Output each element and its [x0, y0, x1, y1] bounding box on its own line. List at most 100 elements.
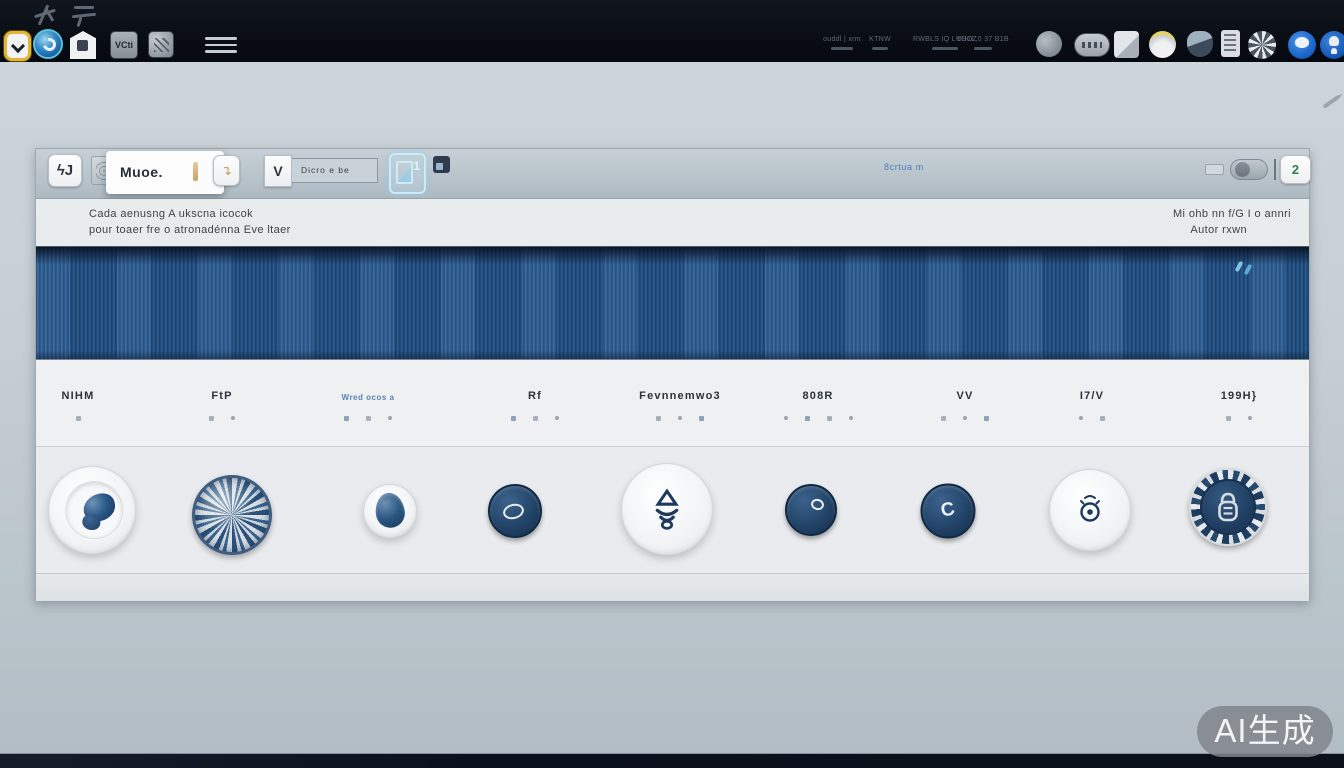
mode-dropdown[interactable]: Muoe. — [106, 151, 224, 194]
taskbar: VCti ouddl | xrm KTNW RWBLS IQ LUHOZ €O1… — [0, 0, 1344, 62]
tick-marker — [1248, 416, 1252, 420]
tick-marker — [1226, 416, 1231, 421]
knob-lock-dial[interactable] — [1189, 468, 1267, 546]
c-glyph: C — [918, 481, 978, 541]
taskbar-app-icon-2[interactable] — [33, 29, 63, 59]
tick-marker — [344, 416, 349, 421]
pencil-artifact-icon — [1322, 95, 1339, 109]
tray-icon-list[interactable] — [1221, 30, 1240, 57]
tick-marker — [827, 416, 832, 421]
cursor-sparkle-icon — [1237, 261, 1257, 281]
plugin-panel: ϟJ Muoe. ↴ V Dicro e be 1 ⌄ 8crtua m 2 C… — [35, 148, 1310, 600]
capture-badge: 1 — [413, 159, 420, 173]
waveform-display[interactable] — [36, 246, 1309, 360]
monitor-icon — [396, 161, 413, 184]
tick-marker — [656, 416, 661, 421]
tray-icon-shield[interactable] — [1187, 31, 1213, 57]
tick-marker — [231, 416, 235, 420]
param-group: 199H} — [1164, 360, 1314, 421]
tick-marker — [784, 416, 788, 420]
tray-icon-1[interactable] — [1036, 31, 1062, 57]
knob-pointer-blob-2 — [82, 514, 100, 530]
tick-marker — [511, 416, 516, 421]
param-label: 199H} — [1164, 390, 1314, 402]
tick-marker — [533, 416, 538, 421]
info-right-line2: Autor rxwn — [1190, 224, 1247, 236]
param-label: 808R — [743, 390, 893, 402]
tray-icon-user[interactable] — [1320, 31, 1344, 59]
tick-marker — [963, 416, 967, 420]
page-number-button[interactable]: 2 — [1280, 155, 1311, 184]
tick-marker — [76, 416, 81, 421]
mini-display[interactable] — [1205, 164, 1224, 175]
text-cursor — [193, 162, 198, 181]
taskbar-window-item[interactable]: KTNW — [862, 36, 898, 50]
knob-textured-dial[interactable] — [192, 475, 272, 555]
plugin-toolbar: ϟJ Muoe. ↴ V Dicro e be 1 ⌄ 8crtua m 2 — [36, 149, 1309, 199]
param-group: Wred ocos a — [293, 360, 443, 421]
mini-arrow-button[interactable]: ↴ — [213, 155, 240, 186]
param-group: Fevnnemwo3 — [605, 360, 755, 421]
knob-navy-arc[interactable] — [785, 484, 837, 536]
picture-icon-button[interactable] — [433, 156, 450, 173]
info-right-line1: Mi ohb nn f/G I o annri — [1173, 208, 1291, 220]
capture-icon-button[interactable]: 1 ⌄ — [389, 153, 426, 194]
taskbar-app-icon-3[interactable] — [70, 31, 96, 59]
info-left-line2: pour toaer fre o atronadénna Eve ltaer — [89, 224, 291, 236]
button-target[interactable] — [1049, 469, 1131, 551]
tick-marker — [555, 416, 559, 420]
power-button[interactable]: ϟJ — [48, 154, 82, 187]
oval-ring-icon — [501, 502, 525, 522]
taskbar-app-icon-5[interactable] — [148, 31, 174, 58]
tick-marker — [1079, 416, 1083, 420]
knob-inner — [65, 481, 123, 539]
param-group: Rf — [460, 360, 610, 421]
mode-dropdown-value: Muoe. — [120, 164, 163, 180]
tray-icon-helmet[interactable] — [1149, 31, 1176, 58]
arc-ring-icon — [810, 498, 825, 512]
info-bar: Cada aenusng A ukscna icocok pour toaer … — [36, 199, 1309, 246]
taskbar-menu-icon[interactable] — [205, 37, 237, 53]
taskbar-app-icon-1[interactable] — [4, 31, 31, 61]
param-label: FtP — [147, 390, 297, 402]
knob-teardrop[interactable] — [363, 484, 417, 538]
window-item-label: ouddl | xrm — [823, 36, 861, 43]
toggle-knob — [1235, 162, 1250, 177]
tray-icon-blue-1[interactable] — [1288, 31, 1316, 59]
knob-navy-oval[interactable] — [488, 484, 542, 538]
taskbar-window-item[interactable]: €O1L,0 37 B1B — [938, 36, 1028, 50]
toggle-switch[interactable] — [1230, 159, 1268, 180]
knob-white-ring[interactable] — [48, 466, 136, 554]
toolbar-divider — [1274, 159, 1276, 180]
lock-dial-inner — [1200, 479, 1256, 535]
tick-marker — [849, 416, 853, 420]
preset-field[interactable]: Dicro e be — [292, 158, 378, 183]
taskbar-app-icon-vcu[interactable]: VCti — [110, 31, 138, 59]
tick-marker — [388, 416, 392, 420]
tray-icon-2[interactable] — [1074, 33, 1110, 57]
param-group: NIHM — [3, 360, 153, 421]
knobs-row: C — [36, 446, 1309, 573]
knob-navy-c[interactable]: C — [921, 484, 976, 539]
tray-icon-document[interactable] — [1114, 31, 1139, 58]
toolbar-link[interactable]: 8crtua m — [884, 162, 924, 172]
tick-marker — [366, 416, 371, 421]
parameter-labels-row: NIHM FtP Wred ocos a Rf Fevnnemwo3 808R … — [36, 360, 1309, 446]
button-bell[interactable] — [621, 463, 713, 555]
param-label: NIHM — [3, 390, 153, 402]
taskbar-scribble-icon-2 — [72, 2, 98, 28]
v-dropdown-button[interactable]: V — [264, 155, 292, 187]
tick-marker — [984, 416, 989, 421]
tray-icon-globe[interactable] — [1248, 31, 1276, 59]
tick-marker — [805, 416, 810, 421]
tick-marker — [209, 416, 214, 421]
param-label: Wred ocos a — [293, 393, 443, 402]
info-left-line1: Cada aenusng A ukscna icocok — [89, 208, 253, 220]
tick-marker — [941, 416, 946, 421]
param-group: FtP — [147, 360, 297, 421]
ai-watermark-badge: AI生成 — [1197, 706, 1333, 757]
param-group: 808R — [743, 360, 893, 421]
taskbar-scribble-icon — [32, 2, 60, 28]
panel-footer — [36, 573, 1309, 601]
param-label: Rf — [460, 390, 610, 402]
